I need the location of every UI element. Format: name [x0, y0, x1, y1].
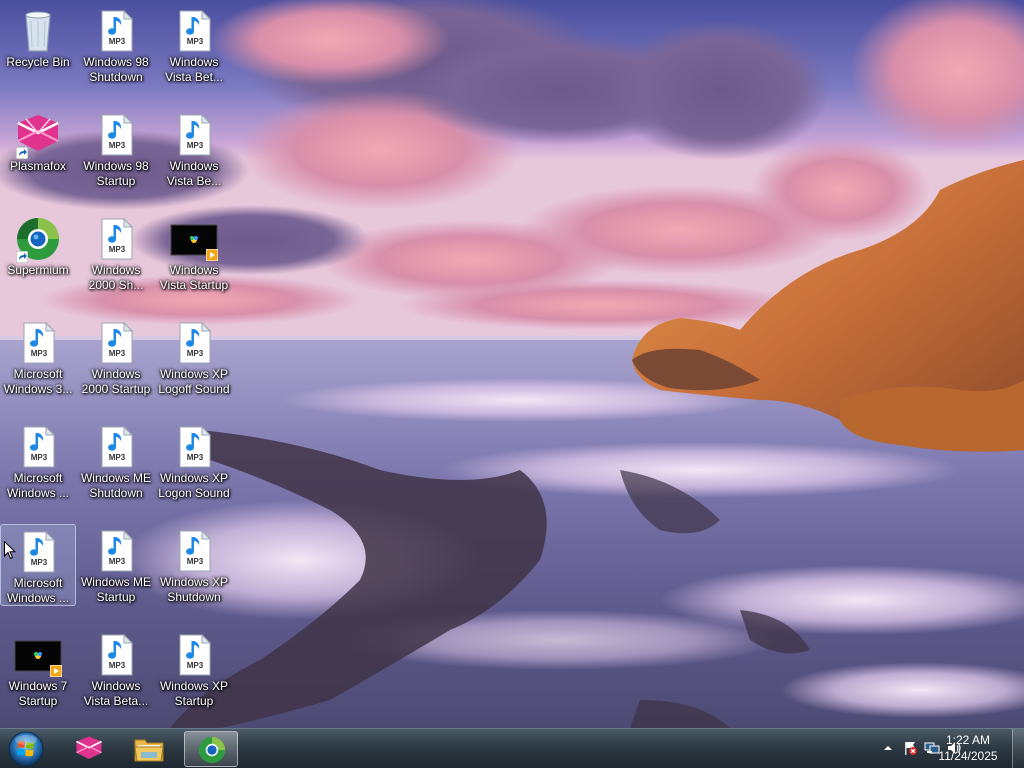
start-orb-icon	[8, 731, 44, 767]
mp3-file-icon: MP3	[92, 423, 140, 471]
desktop-icon[interactable]: MP3 Windows XP Logon Sound	[156, 420, 232, 502]
svg-text:MP3: MP3	[109, 349, 126, 358]
svg-text:MP3: MP3	[187, 453, 204, 462]
desktop-icon[interactable]: MP3 Windows Vista Bet...	[156, 4, 232, 86]
mp3-file-icon: MP3	[14, 528, 62, 576]
show-desktop-button[interactable]	[1012, 729, 1024, 768]
desktop-icon[interactable]: Plasmafox	[0, 108, 76, 190]
mp3-file-icon: MP3	[92, 319, 140, 367]
plasmafox-icon	[76, 736, 102, 759]
desktop-icon[interactable]: MP3 Windows XP Logoff Sound	[156, 316, 232, 398]
mp3-file-icon: MP3	[170, 7, 218, 55]
video-file-icon	[170, 215, 218, 263]
desktop-icon[interactable]: MP3 Windows XP Shutdown	[156, 524, 232, 606]
taskbar: 1:22 AM 11/24/2025	[0, 728, 1024, 768]
svg-text:MP3: MP3	[109, 141, 126, 150]
desktop-icon[interactable]: MP3 Microsoft Windows ...	[0, 524, 76, 606]
desktop-icon-label: Windows Vista Startup	[159, 263, 229, 292]
desktop-icon-label: Microsoft Windows ...	[6, 576, 69, 605]
desktop-icon-label: Microsoft Windows ...	[6, 471, 69, 500]
svg-text:MP3: MP3	[31, 558, 48, 567]
action-center-flag-icon[interactable]	[902, 740, 918, 756]
desktop-icon[interactable]: MP3 Windows 2000 Sh...	[78, 212, 154, 294]
mp3-file-icon: MP3	[92, 7, 140, 55]
desktop-icon-label: Windows Vista Bet...	[165, 55, 223, 84]
svg-text:MP3: MP3	[109, 37, 126, 46]
svg-text:MP3: MP3	[187, 349, 204, 358]
supermium-icon	[198, 736, 226, 764]
supermium-icon	[14, 215, 62, 263]
desktop-icon-label: Windows 2000 Startup	[81, 367, 151, 396]
svg-text:MP3: MP3	[109, 557, 126, 566]
recycle-bin-icon	[14, 7, 62, 55]
taskbar-button-plasmafox[interactable]	[62, 731, 116, 767]
mouse-cursor-icon	[4, 541, 16, 560]
mp3-file-icon: MP3	[170, 319, 218, 367]
desktop[interactable]: Recycle Bin Plasmafox Supermium MP3 Microsof…	[0, 0, 1024, 728]
desktop-icon-label: Windows ME Startup	[80, 575, 151, 604]
mp3-file-icon: MP3	[170, 631, 218, 679]
svg-text:MP3: MP3	[109, 245, 126, 254]
desktop-icon[interactable]: Recycle Bin	[0, 4, 76, 86]
notification-area: 1:22 AM 11/24/2025	[834, 729, 1024, 768]
desktop-icon-label: Windows 98 Shutdown	[83, 55, 149, 84]
desktop-icon-label: Windows 2000 Sh...	[88, 263, 144, 292]
svg-text:MP3: MP3	[187, 557, 204, 566]
desktop-icon-label: Windows Vista Beta...	[83, 679, 149, 708]
desktop-icon[interactable]: MP3 Windows ME Shutdown	[78, 420, 154, 502]
desktop-icon[interactable]: MP3 Windows Vista Beta...	[78, 628, 154, 710]
plasmafox-icon	[14, 111, 62, 159]
svg-text:MP3: MP3	[187, 141, 204, 150]
clock-date: 11/24/2025	[938, 749, 998, 763]
desktop-icon-label: Supermium	[7, 263, 69, 277]
svg-text:MP3: MP3	[109, 661, 126, 670]
show-hidden-icons-chevron[interactable]	[880, 740, 896, 756]
start-button[interactable]	[4, 730, 48, 768]
svg-text:MP3: MP3	[187, 37, 204, 46]
file-explorer-icon	[134, 739, 164, 762]
desktop-icon-label: Microsoft Windows 3...	[3, 367, 73, 396]
desktop-icon[interactable]: MP3 Windows 98 Startup	[78, 108, 154, 190]
desktop-icon-label: Windows 7 Startup	[8, 679, 68, 708]
mp3-file-icon: MP3	[92, 111, 140, 159]
desktop-icon[interactable]: MP3 Windows 98 Shutdown	[78, 4, 154, 86]
desktop-icon-label: Windows XP Logon Sound	[158, 471, 230, 500]
desktop-icons: Recycle Bin Plasmafox Supermium MP3 Microsof…	[0, 0, 240, 728]
taskbar-button-file-explorer[interactable]	[122, 731, 176, 767]
svg-text:MP3: MP3	[187, 661, 204, 670]
mp3-file-icon: MP3	[170, 527, 218, 575]
clock-time: 1:22 AM	[945, 733, 991, 747]
mp3-file-icon: MP3	[14, 319, 62, 367]
desktop-icon[interactable]: MP3 Windows ME Startup	[78, 524, 154, 606]
svg-text:MP3: MP3	[31, 453, 48, 462]
desktop-icon-label: Windows 98 Startup	[83, 159, 149, 188]
desktop-icon[interactable]: Supermium	[0, 212, 76, 294]
mp3-file-icon: MP3	[170, 423, 218, 471]
desktop-icon-label: Windows XP Startup	[159, 679, 229, 708]
desktop-icon[interactable]: Windows Vista Startup	[156, 212, 232, 294]
mp3-file-icon: MP3	[92, 631, 140, 679]
desktop-icon-label: Windows XP Logoff Sound	[158, 367, 230, 396]
desktop-icon-label: Recycle Bin	[6, 55, 70, 69]
desktop-icon-label: Windows XP Shutdown	[159, 575, 229, 604]
desktop-icon[interactable]: MP3 Microsoft Windows ...	[0, 420, 76, 502]
desktop-icon[interactable]: MP3 Windows XP Startup	[156, 628, 232, 710]
desktop-icon[interactable]: MP3 Microsoft Windows 3...	[0, 316, 76, 398]
mp3-file-icon: MP3	[14, 423, 62, 471]
desktop-icon[interactable]: MP3 Windows 2000 Startup	[78, 316, 154, 398]
desktop-icon-label: Plasmafox	[9, 159, 67, 173]
mp3-file-icon: MP3	[92, 215, 140, 263]
desktop-icon-label: Windows ME Shutdown	[80, 471, 151, 500]
desktop-icon-label: Windows Vista Be...	[166, 159, 222, 188]
taskbar-button-supermium[interactable]	[184, 731, 238, 767]
mp3-file-icon: MP3	[170, 111, 218, 159]
video-file-icon	[14, 631, 62, 679]
desktop-icon[interactable]: Windows 7 Startup	[0, 628, 76, 710]
taskbar-clock[interactable]: 1:22 AM 11/24/2025	[932, 732, 1004, 764]
mp3-file-icon: MP3	[92, 527, 140, 575]
svg-text:MP3: MP3	[109, 453, 126, 462]
desktop-icon[interactable]: MP3 Windows Vista Be...	[156, 108, 232, 190]
svg-text:MP3: MP3	[31, 349, 48, 358]
